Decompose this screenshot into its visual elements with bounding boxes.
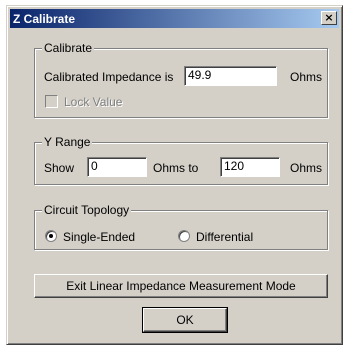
close-icon: × <box>324 11 334 24</box>
single-ended-label: Single-Ended <box>63 230 136 244</box>
calibrate-group-label: Calibrate <box>42 41 95 55</box>
calibrated-impedance-unit: Ohms <box>290 70 323 84</box>
y-range-group-label: Y Range <box>42 135 93 149</box>
lock-value-label: Lock Value <box>64 95 123 109</box>
close-button[interactable]: × <box>321 11 337 25</box>
window-title: Z Calibrate <box>13 12 76 26</box>
calibrated-impedance-input[interactable]: 49.9 <box>184 66 277 86</box>
title-bar[interactable]: Z Calibrate × <box>10 9 339 28</box>
y-range-min-input[interactable]: 0 <box>87 157 147 177</box>
radio-selected-dot <box>49 234 53 238</box>
show-label: Show <box>44 161 75 175</box>
ok-button[interactable]: OK <box>142 307 228 333</box>
differential-label: Differential <box>196 230 254 244</box>
ok-label: OK <box>176 313 194 327</box>
differential-radio[interactable] <box>178 230 190 242</box>
y-range-end-unit: Ohms <box>290 161 323 175</box>
y-range-mid-label: Ohms to <box>153 161 199 175</box>
circuit-topology-group-label: Circuit Topology <box>42 203 132 217</box>
z-calibrate-dialog: Z Calibrate × Calibrate Calibrated Imped… <box>6 5 343 345</box>
lock-value-checkbox[interactable] <box>45 95 58 108</box>
exit-linear-impedance-label: Exit Linear Impedance Measurement Mode <box>66 279 296 293</box>
calibrated-impedance-label: Calibrated Impedance is <box>44 70 174 84</box>
exit-linear-impedance-button[interactable]: Exit Linear Impedance Measurement Mode <box>34 274 328 298</box>
single-ended-radio[interactable] <box>45 230 57 242</box>
y-range-max-input[interactable]: 120 <box>220 157 280 177</box>
